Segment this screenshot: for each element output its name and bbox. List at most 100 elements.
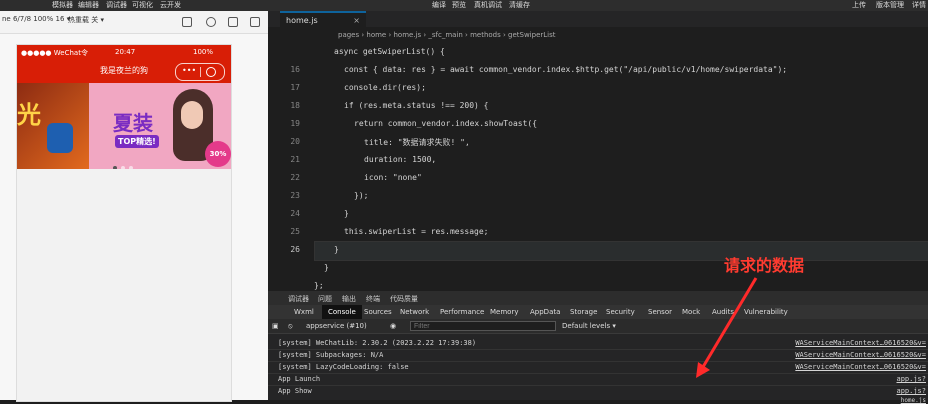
filter-input[interactable]: [410, 321, 556, 331]
log-source-link[interactable]: app.js?: [896, 375, 926, 383]
line-number: 17: [290, 83, 300, 92]
code-line: title: "数据请求失败! ",: [364, 138, 470, 147]
line-number: 24: [290, 209, 300, 218]
tab-sensor[interactable]: Sensor: [648, 308, 672, 316]
code-line: }: [324, 263, 329, 272]
circle-icon[interactable]: [182, 17, 192, 27]
line-number: 25: [290, 227, 300, 236]
tab-memory[interactable]: Memory: [490, 308, 518, 316]
menu-details[interactable]: 详情: [912, 0, 926, 11]
tab-mock[interactable]: Mock: [682, 308, 700, 316]
menu-visual[interactable]: 可视化: [132, 0, 153, 11]
hot-reload-toggle[interactable]: 热重载 关 ▾: [68, 15, 104, 25]
menu-compile[interactable]: 编译: [432, 0, 446, 11]
swiper-indicators: [113, 155, 137, 169]
code-line: icon: "none": [364, 173, 422, 182]
current-line-highlight: [314, 241, 928, 261]
console-toolbar: ▣ ⦸ appservice (#10) ◉ Default levels ▾: [268, 319, 928, 334]
console-logs: [system] WeChatLib: 2.30.2 (2023.2.22 17…: [268, 333, 928, 404]
annotation-text: 请求的数据: [724, 256, 805, 275]
tab-performance[interactable]: Performance: [440, 308, 484, 316]
log-entry: [system] WeChatLib: 2.30.2 (2023.2.22 17…: [278, 339, 477, 347]
menu-editor[interactable]: 编辑器: [78, 0, 99, 11]
tab-security[interactable]: Security: [606, 308, 635, 316]
code-line: }: [334, 245, 339, 254]
tab-problems[interactable]: 问题: [318, 294, 332, 304]
tab-appdata[interactable]: AppData: [530, 308, 560, 316]
window-icon[interactable]: [250, 17, 260, 27]
tab-wxml[interactable]: Wxml: [294, 308, 314, 316]
tab-terminal[interactable]: 终端: [366, 294, 380, 304]
code-editor: home.js × pages › home › home.js › _sfc_…: [268, 11, 928, 301]
devtools-top-tabs: 调试器 问题 输出 终端 代码质量: [268, 291, 928, 305]
code-line: };: [314, 281, 324, 290]
line-number: 18: [290, 101, 300, 110]
line-number: 16: [290, 65, 300, 74]
clear-console-icon[interactable]: ⦸: [288, 322, 293, 331]
phone-status-bar: ●●●●● WeChat令 20:47 100%: [17, 45, 231, 59]
record-icon[interactable]: [206, 17, 216, 27]
tab-sources[interactable]: Sources: [364, 308, 392, 316]
levels-select[interactable]: Default levels ▾: [562, 322, 616, 330]
promo-left-text: 光: [17, 101, 41, 129]
line-number-current: 26: [290, 245, 300, 254]
tab-home-js[interactable]: home.js ×: [280, 11, 366, 27]
log-entry: [system] LazyCodeLoading: false: [278, 363, 409, 371]
editor-tabs: home.js ×: [268, 11, 928, 27]
discount-badge: 30% OFF: [205, 141, 231, 167]
tab-network[interactable]: Network: [400, 308, 429, 316]
log-source-link[interactable]: WAServiceMainContext…0616520&v=: [795, 339, 926, 347]
log-source-link[interactable]: WAServiceMainContext…0616520&v=: [795, 363, 926, 371]
log-divider: [268, 385, 928, 386]
swiper-banner[interactable]: 光 夏装 TOP精选! 30% OFF: [17, 83, 231, 169]
menu-real-debug[interactable]: 真机调试: [474, 0, 502, 11]
time-text: 20:47: [115, 48, 136, 56]
menu-debugger[interactable]: 调试器: [106, 0, 127, 11]
line-gutter: 16 17 18 19 20 21 22 23 24 25 26: [268, 43, 314, 301]
breadcrumb-text: pages › home › home.js › _sfc_main › met…: [338, 31, 556, 39]
line-number: 19: [290, 119, 300, 128]
line-number: 20: [290, 137, 300, 146]
code-line: console.dir(res);: [344, 83, 426, 92]
sidebar-toggle-icon[interactable]: ▣: [272, 322, 279, 330]
menu-preview[interactable]: 预览: [452, 0, 466, 11]
phone-frame: ●●●●● WeChat令 20:47 100% 我是夜兰的狗 ••• 光 夏装…: [16, 44, 232, 402]
line-number: 21: [290, 155, 300, 164]
menu-upload[interactable]: 上传: [852, 0, 866, 11]
menu-clear-cache[interactable]: 清缓存: [509, 0, 530, 11]
code-area[interactable]: async getSwiperList() { const { data: re…: [314, 43, 928, 301]
log-source-link[interactable]: WAServiceMainContext…0616520&v=: [795, 351, 926, 359]
promo-top-text: TOP精选!: [115, 135, 159, 148]
indicator-dot: [113, 166, 117, 169]
code-line: this.swiperList = res.message;: [344, 227, 489, 236]
device-select[interactable]: ne 6/7/8 100% 16 ▾: [2, 15, 70, 23]
close-mini-program-icon[interactable]: [206, 67, 216, 77]
tab-vulnerability[interactable]: Vulnerability: [744, 308, 788, 316]
more-icon[interactable]: •••: [182, 66, 196, 75]
log-entry: [system] Subpackages: N/A: [278, 351, 384, 359]
eye-icon[interactable]: ◉: [390, 322, 396, 330]
log-source-link[interactable]: app.js?: [896, 387, 926, 395]
tab-label: home.js: [286, 16, 318, 25]
wechat-capsule[interactable]: •••: [175, 63, 225, 81]
line-number: 22: [290, 173, 300, 182]
tab-code-quality[interactable]: 代码质量: [390, 294, 418, 304]
tab-console[interactable]: Console: [322, 305, 362, 319]
phone-icon[interactable]: [228, 17, 238, 27]
log-divider: [268, 361, 928, 362]
code-line: duration: 1500,: [364, 155, 437, 164]
context-select[interactable]: appservice (#10): [306, 322, 367, 330]
breadcrumb: pages › home › home.js › _sfc_main › met…: [268, 27, 928, 43]
capsule-divider: [200, 67, 201, 77]
tab-audits[interactable]: Audits: [712, 308, 734, 316]
log-source-link[interactable]: home.js: [901, 397, 926, 404]
tab-debugger[interactable]: 调试器: [288, 294, 309, 304]
phone-nav-bar: 我是夜兰的狗 •••: [17, 59, 231, 83]
menu-cloud[interactable]: 云开发: [160, 0, 181, 11]
battery-text: 100%: [193, 48, 214, 56]
tab-storage[interactable]: Storage: [570, 308, 597, 316]
model-face: [181, 101, 203, 129]
menu-simulator[interactable]: 模拟器: [52, 0, 73, 11]
menu-version[interactable]: 版本管理: [876, 0, 904, 11]
tab-output[interactable]: 输出: [342, 294, 356, 304]
